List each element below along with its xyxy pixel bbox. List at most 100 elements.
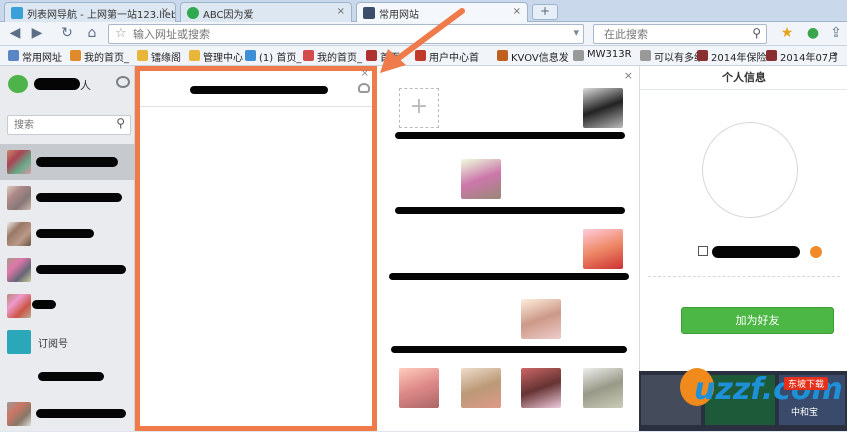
back-icon[interactable]: ◀ [6,25,24,43]
redacted-names [395,132,625,139]
chat-icon[interactable]: ● [804,25,822,43]
subscription-item[interactable]: 订阅号 [0,324,135,360]
bookmark-icon [573,50,584,61]
add-member-icon[interactable]: + [399,88,439,128]
bookmark-icon [303,50,314,61]
redacted-name [34,78,80,90]
forward-icon[interactable]: ▶ [28,25,46,43]
add-friend-button[interactable]: 加为好友 [681,307,834,334]
bookmark-label: MW313R [587,49,632,60]
bookmark-icon [70,50,81,61]
contact-avatar[interactable] [461,368,501,408]
members-icon[interactable] [358,83,370,93]
wechat-header: 人 [0,66,135,110]
new-chat-icon[interactable] [116,76,130,88]
annotation-arrow [380,8,465,73]
bookmark-icon [8,50,19,61]
contact-avatar[interactable] [583,229,623,269]
redacted-name [36,409,126,418]
profile-panel: 个人信息 加为好友 [639,66,847,371]
bookmark-label: KVOV信息发 [511,53,569,64]
bookmark-item[interactable]: (1) 首页_ [245,49,302,64]
bookmark-icon [189,50,200,61]
redacted-name [36,193,122,202]
search-bar[interactable]: ⚲ [593,24,767,44]
avatar [7,222,31,246]
profile-title: 个人信息 [640,66,847,90]
home-icon[interactable]: ⌂ [83,25,101,43]
page-icon [11,7,23,19]
more-bookmarks-icon[interactable]: » [832,49,838,63]
bookmark-item[interactable]: 镭缘阁 [137,49,181,64]
bookmark-item[interactable]: 管理中心 [189,49,243,64]
tab-liebiao[interactable]: 列表网导航 - 上网第一站123.lieb × [4,2,176,22]
wechat-sidebar: 人 ⚲ 订阅号 [0,66,135,431]
contact-avatar[interactable] [461,159,501,199]
bookmark-item[interactable]: 2014年保险 [697,49,767,64]
dropdown-icon[interactable]: ▾ [573,26,579,39]
wechat-logo-icon [8,75,28,93]
redacted-names [395,207,625,214]
new-tab-button[interactable]: + [532,4,558,20]
share-icon[interactable]: ⇪ [827,25,845,43]
chat-header [140,71,372,107]
close-icon[interactable]: × [161,6,169,17]
bookmark-item[interactable]: KVOV信息发 [497,49,569,64]
contact-search[interactable]: ⚲ [7,115,131,135]
bookmark-label: 2014年保险 [711,53,767,64]
contact-avatar[interactable] [521,299,561,339]
avatar [7,402,31,426]
bookmark-item[interactable]: MW313R [573,49,632,63]
url-input[interactable] [133,27,553,42]
chat-list-item[interactable] [0,288,135,324]
avatar [7,186,31,210]
watermark-badge: 东坡下载 [784,377,829,390]
chat-list-item[interactable] [0,252,135,288]
chat-list-item[interactable] [0,216,135,252]
gender-icon [698,246,708,256]
bookmark-label: 2014年07月 [780,53,839,64]
bookmark-label: (1) 首页_ [259,53,302,64]
bookmark-item[interactable]: 2014年07月 [766,49,839,64]
redacted-name [38,372,104,381]
bookmark-item[interactable]: 我的首页_ [70,49,129,64]
search-icon[interactable]: ⚲ [752,26,761,40]
bookmark-label: 镭缘阁 [151,53,181,64]
redacted-names [389,273,629,280]
bookmark-item[interactable]: 可以有多维 [640,49,704,64]
bookmark-label: 管理中心 [203,53,243,64]
contact-search-input[interactable] [14,118,104,133]
chat-list-item[interactable] [0,144,135,180]
avatar [7,150,31,174]
favorites-star-icon[interactable]: ★ [778,25,796,43]
chat-list-item[interactable] [0,180,135,216]
search-input[interactable] [604,27,739,42]
close-icon[interactable]: × [513,6,521,17]
redacted-name [36,229,94,238]
redacted-name [36,157,118,167]
close-icon[interactable]: × [624,69,633,82]
contact-avatar[interactable] [521,368,561,408]
contact-avatar[interactable] [399,368,439,408]
contact-avatar[interactable] [583,88,623,128]
bookmark-icon [697,50,708,61]
page-icon [187,7,199,19]
tab-label: 列表网导航 - 上网第一站123.lieb [27,10,176,21]
tab-abc[interactable]: ABC因为爱 × [180,2,352,22]
search-icon[interactable]: ⚲ [116,116,125,130]
contact-avatar[interactable] [583,368,623,408]
refresh-icon[interactable]: ↻ [58,25,76,43]
redacted-name [32,300,56,309]
bookmark-item[interactable]: 我的首页_ [303,49,362,64]
chat-window: × [135,66,377,431]
redacted-nickname [712,246,800,258]
subscription-icon [7,330,31,354]
bookmark-item[interactable]: 常用网址 [8,49,62,64]
profile-avatar [702,122,798,218]
chat-list-item[interactable] [0,396,135,432]
star-icon[interactable]: ☆ [115,26,127,41]
bookmark-label: 我的首页_ [317,53,362,64]
bookmark-icon [640,50,651,61]
close-icon[interactable]: × [337,6,345,17]
url-bar[interactable]: ☆ ▾ [108,24,584,44]
